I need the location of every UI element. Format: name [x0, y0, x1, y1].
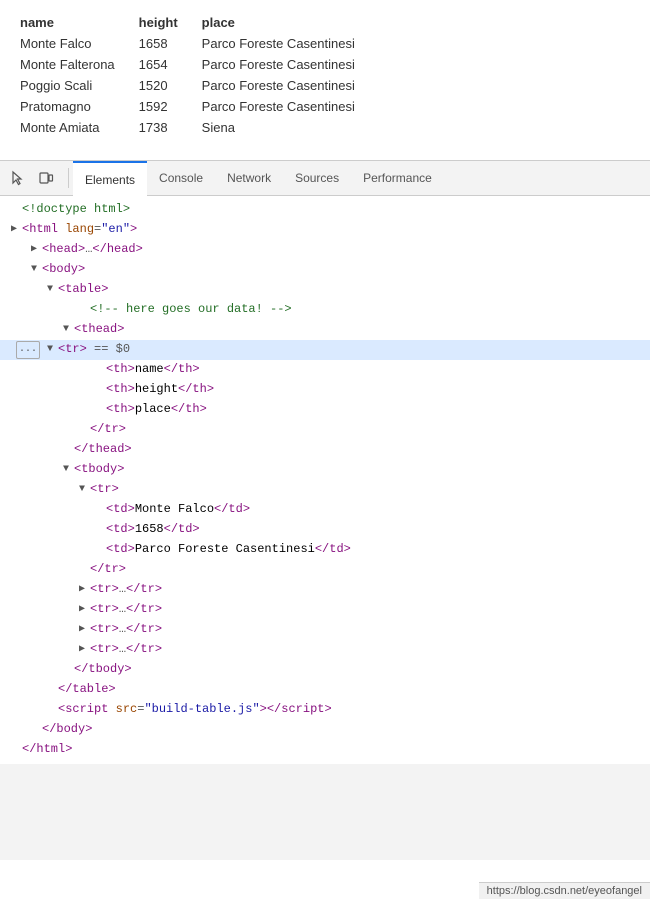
table-cell: 1654	[135, 54, 198, 75]
col-header-name: name	[16, 12, 135, 33]
table-row: Poggio Scali1520Parco Foreste Casentines…	[16, 75, 375, 96]
tab-elements[interactable]: Elements	[73, 161, 147, 196]
devtools-tab-bar: Elements Console Network Sources Perform…	[0, 161, 650, 196]
table-cell: Parco Foreste Casentinesi	[198, 75, 375, 96]
code-line-script[interactable]: <script src = "build-table.js" ></script…	[0, 700, 650, 720]
code-line-tr-collapsed-1[interactable]: ▶ <tr> … </tr>	[0, 580, 650, 600]
code-line-td-name[interactable]: <td> Monte Falco </td>	[0, 500, 650, 520]
table-cell: Parco Foreste Casentinesi	[198, 33, 375, 54]
code-line-tr-collapsed-3[interactable]: ▶ <tr> … </tr>	[0, 620, 650, 640]
table-cell: Poggio Scali	[16, 75, 135, 96]
table-cell: Monte Falterona	[16, 54, 135, 75]
preview-table: name height place Monte Falco1658Parco F…	[16, 12, 375, 138]
code-line-html-close: </html>	[0, 740, 650, 760]
code-line-table-open[interactable]: ▼ <table>	[0, 280, 650, 300]
code-line-tr-close: </tr>	[0, 420, 650, 440]
table-cell: Parco Foreste Casentinesi	[198, 96, 375, 117]
tab-sources[interactable]: Sources	[283, 161, 351, 196]
table-cell: Pratomagno	[16, 96, 135, 117]
code-line-th-height[interactable]: <th> height </th>	[0, 380, 650, 400]
preview-area: name height place Monte Falco1658Parco F…	[0, 0, 650, 160]
code-line-thead-close: </thead>	[0, 440, 650, 460]
table-cell: Siena	[198, 117, 375, 138]
table-cell: 1738	[135, 117, 198, 138]
code-line-body-open[interactable]: ▼ <body>	[0, 260, 650, 280]
table-cell: 1520	[135, 75, 198, 96]
url-text: https://blog.csdn.net/eyeofangel	[487, 885, 642, 897]
table-cell: 1592	[135, 96, 198, 117]
code-line-tbody-open[interactable]: ▼ <tbody>	[0, 460, 650, 480]
ellipsis-button[interactable]: ...	[16, 341, 40, 359]
code-line-table-close: </table>	[0, 680, 650, 700]
code-line-td-height[interactable]: <td> 1658 </td>	[0, 520, 650, 540]
code-line-tbody-close: </tbody>	[0, 660, 650, 680]
code-line-th-name[interactable]: <th> name </th>	[0, 360, 650, 380]
table-cell: Monte Amiata	[16, 117, 135, 138]
table-cell: Monte Falco	[16, 33, 135, 54]
code-line-tr-collapsed-2[interactable]: ▶ <tr> … </tr>	[0, 600, 650, 620]
code-line-comment: <!-- here goes our data! -->	[0, 300, 650, 320]
tab-console[interactable]: Console	[147, 161, 215, 196]
code-line-tr-collapsed-4[interactable]: ▶ <tr> … </tr>	[0, 640, 650, 660]
code-line-tr-first-close: </tr>	[0, 560, 650, 580]
table-cell: Parco Foreste Casentinesi	[198, 54, 375, 75]
table-row: Monte Falterona1654Parco Foreste Casenti…	[16, 54, 375, 75]
elements-panel: <!doctype html> ▶ <html lang = "en" > ▶ …	[0, 196, 650, 764]
code-line-doctype: <!doctype html>	[0, 200, 650, 220]
table-cell: 1658	[135, 33, 198, 54]
code-line-th-place[interactable]: <th> place </th>	[0, 400, 650, 420]
cursor-icon-button[interactable]	[4, 164, 32, 192]
table-row: Pratomagno1592Parco Foreste Casentinesi	[16, 96, 375, 117]
code-line-td-place[interactable]: <td> Parco Foreste Casentinesi </td>	[0, 540, 650, 560]
col-header-height: height	[135, 12, 198, 33]
code-line-tr-highlighted[interactable]: ... ▼ <tr> == $0	[0, 340, 650, 360]
code-line-body-close: </body>	[0, 720, 650, 740]
tab-bar-divider	[68, 168, 69, 188]
tab-performance[interactable]: Performance	[351, 161, 444, 196]
code-line-thead-open[interactable]: ▼ <thead>	[0, 320, 650, 340]
url-bar: https://blog.csdn.net/eyeofangel	[479, 882, 650, 899]
table-row: Monte Amiata1738Siena	[16, 117, 375, 138]
tab-network[interactable]: Network	[215, 161, 283, 196]
devtools-icon-group	[4, 164, 60, 192]
devtools-panel: Elements Console Network Sources Perform…	[0, 160, 650, 860]
device-icon-button[interactable]	[32, 164, 60, 192]
col-header-place: place	[198, 12, 375, 33]
table-row: Monte Falco1658Parco Foreste Casentinesi	[16, 33, 375, 54]
code-line-tr-first[interactable]: ▼ <tr>	[0, 480, 650, 500]
code-line-html[interactable]: ▶ <html lang = "en" >	[0, 220, 650, 240]
code-line-head[interactable]: ▶ <head> … </head>	[0, 240, 650, 260]
